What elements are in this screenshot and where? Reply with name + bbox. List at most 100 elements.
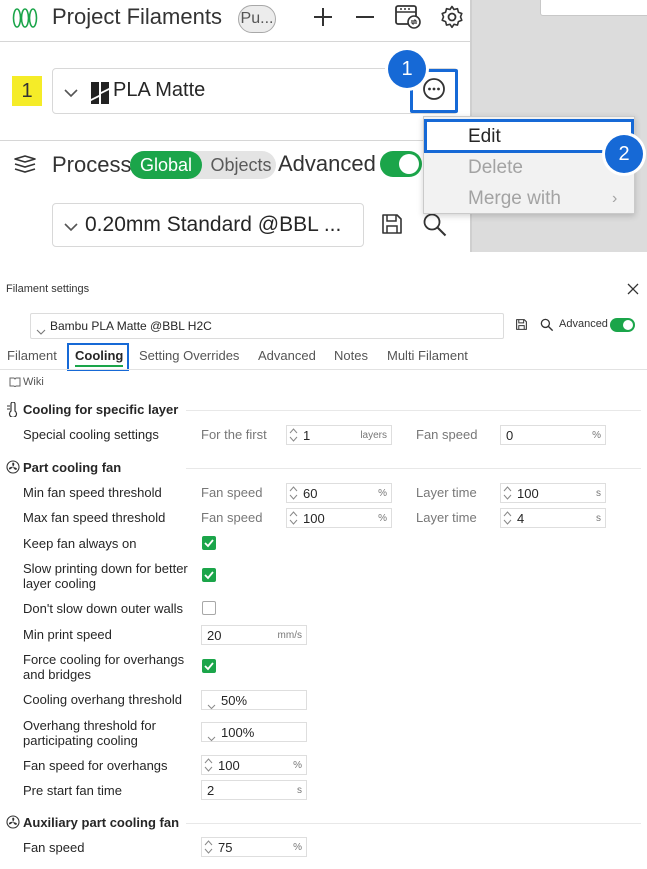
- chevron-right-icon: ›: [612, 190, 618, 207]
- slow-printing-label-line2: layer cooling: [23, 576, 96, 591]
- percent-unit: %: [293, 760, 302, 771]
- special-layers-field[interactable]: 1 layers: [286, 425, 392, 445]
- pre-start-fan-value: 2: [207, 783, 215, 798]
- section-auxiliary-fan: Auxiliary part cooling fan: [23, 815, 180, 830]
- special-fan-speed-label: Fan speed: [416, 427, 478, 442]
- add-filament-button[interactable]: [308, 4, 338, 34]
- fan-overhangs-field[interactable]: 100 %: [201, 755, 307, 775]
- min-fan-speed-field[interactable]: 60 %: [286, 483, 392, 503]
- tab-cooling[interactable]: Cooling: [75, 348, 123, 363]
- step-marker-1: 1: [388, 50, 426, 88]
- spin-arrows-icon: [503, 511, 512, 528]
- max-layer-time-label: Layer time: [416, 510, 477, 525]
- tab-filament[interactable]: Filament: [7, 348, 57, 363]
- menu-item-edit-label: Edit: [468, 126, 501, 147]
- participating-label-line1: Overhang threshold for: [23, 718, 156, 733]
- percent-unit: %: [378, 513, 387, 524]
- chevron-down-icon: [63, 219, 79, 237]
- scope-objects-button[interactable]: Objects: [206, 151, 276, 179]
- aux-fan-speed-label: Fan speed: [23, 840, 85, 855]
- process-preset-name: 0.20mm Standard @BBL ...: [85, 213, 342, 236]
- overhang-threshold-value: 50%: [221, 693, 248, 708]
- percent-unit: %: [378, 488, 387, 499]
- tab-notes[interactable]: Notes: [334, 348, 368, 363]
- search-icon[interactable]: [540, 318, 554, 335]
- percent-unit: %: [293, 842, 302, 853]
- overhang-threshold-select[interactable]: 50%: [201, 690, 307, 710]
- max-layer-time-value: 4: [517, 511, 525, 526]
- section-divider: [186, 468, 641, 469]
- filament-group-pill[interactable]: Pu...: [238, 5, 276, 33]
- viewport-toolbar: [540, 0, 647, 16]
- layers-unit: layers: [360, 430, 387, 441]
- minus-icon: [354, 6, 376, 33]
- save-icon[interactable]: [515, 318, 528, 334]
- tab-setting-overrides[interactable]: Setting Overrides: [139, 348, 239, 363]
- aux-fan-speed-value: 75: [218, 840, 233, 855]
- fan-overhangs-label: Fan speed for overhangs: [23, 758, 168, 773]
- seconds-unit: s: [297, 785, 302, 796]
- header-separator: [0, 41, 470, 42]
- filament-index-badge: 1: [12, 76, 42, 106]
- max-fan-speed-field[interactable]: 100 %: [286, 508, 392, 528]
- max-fan-speed-label: Fan speed: [201, 510, 263, 525]
- sidebar-zoom-panel: Project Filaments Pu... 1 PLA Matte Proc…: [0, 0, 647, 252]
- scope-global-button[interactable]: Global: [130, 151, 202, 179]
- chevron-down-icon: [207, 698, 216, 713]
- chevron-down-icon: [36, 323, 46, 338]
- seconds-unit: s: [596, 513, 601, 524]
- section-divider: [186, 823, 641, 824]
- pre-start-fan-label: Pre start fan time: [23, 783, 122, 798]
- tab-multi-filament[interactable]: Multi Filament: [387, 348, 468, 363]
- mm-per-s-unit: mm/s: [277, 630, 302, 641]
- process-layers-icon: [12, 154, 38, 181]
- filament-name: PLA Matte: [113, 79, 206, 101]
- section-divider: [186, 410, 641, 411]
- slow-printing-checkbox[interactable]: [202, 568, 216, 582]
- min-print-speed-label: Min print speed: [23, 627, 112, 642]
- min-layer-time-field[interactable]: 100 s: [500, 483, 606, 503]
- filament-preset-selector[interactable]: Bambu PLA Matte @BBL H2C: [30, 313, 504, 339]
- remove-filament-button[interactable]: [350, 4, 380, 34]
- advanced-toggle[interactable]: [380, 151, 422, 177]
- sync-printer-button[interactable]: [393, 4, 423, 34]
- keep-fan-on-checkbox[interactable]: [202, 536, 216, 550]
- tabs-divider: [0, 369, 647, 370]
- dialog-advanced-toggle[interactable]: [610, 318, 635, 332]
- min-layer-time-label: Layer time: [416, 485, 477, 500]
- check-icon: [202, 538, 216, 553]
- spin-arrows-icon: [204, 840, 213, 857]
- participating-threshold-select[interactable]: 100%: [201, 722, 307, 742]
- process-preset-selector[interactable]: 0.20mm Standard @BBL ...: [52, 203, 364, 247]
- special-fan-speed-field[interactable]: 0 %: [500, 425, 606, 445]
- tab-advanced[interactable]: Advanced: [258, 348, 316, 363]
- check-icon: [202, 661, 216, 676]
- menu-item-delete[interactable]: Delete: [468, 157, 523, 179]
- max-layer-time-field[interactable]: 4 s: [500, 508, 606, 528]
- pre-start-fan-field[interactable]: 2 s: [201, 780, 307, 800]
- special-fan-speed-value: 0: [506, 428, 514, 443]
- participating-label-line2: participating cooling: [23, 733, 138, 748]
- search-icon[interactable]: [422, 212, 448, 243]
- min-fan-threshold-label: Min fan speed threshold: [23, 485, 162, 500]
- menu-item-edit[interactable]: Edit: [424, 119, 634, 153]
- filament-settings-dialog: Filament settings Bambu PLA Matte @BBL H…: [0, 277, 647, 869]
- min-print-speed-field[interactable]: 20 mm/s: [201, 625, 307, 645]
- spin-arrows-icon: [204, 758, 213, 775]
- aux-fan-speed-field[interactable]: 75 %: [201, 837, 307, 857]
- filament-preset-name: Bambu PLA Matte @BBL H2C: [50, 319, 212, 333]
- menu-item-merge-with[interactable]: Merge with: [468, 188, 561, 210]
- max-fan-speed-value: 100: [303, 511, 325, 526]
- special-cooling-label: Special cooling settings: [23, 427, 159, 442]
- book-icon: [9, 377, 21, 390]
- min-layer-time-value: 100: [517, 486, 539, 501]
- force-cooling-checkbox[interactable]: [202, 659, 216, 673]
- max-fan-threshold-label: Max fan speed threshold: [23, 510, 166, 525]
- save-icon[interactable]: [380, 212, 404, 241]
- dont-slow-outer-checkbox[interactable]: [202, 601, 216, 615]
- keep-fan-on-label: Keep fan always on: [23, 536, 137, 551]
- spin-arrows-icon: [289, 511, 298, 528]
- settings-button[interactable]: [437, 4, 467, 34]
- section-cooling-specific-layer: Cooling for specific layer: [23, 402, 179, 417]
- close-icon[interactable]: [626, 282, 640, 299]
